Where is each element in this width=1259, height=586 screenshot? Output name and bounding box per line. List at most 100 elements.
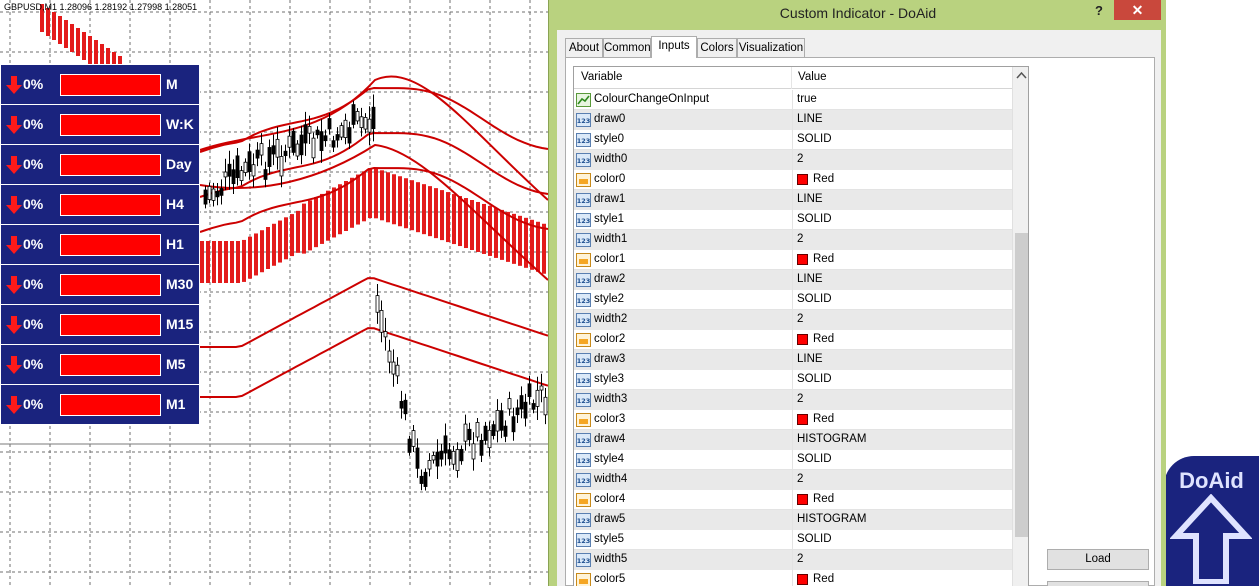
value-cell[interactable]: 2 — [792, 150, 1012, 170]
input-row[interactable]: 123 width4 2 — [574, 470, 1012, 490]
scroll-up-arrow-icon[interactable] — [1013, 67, 1029, 84]
tab-common[interactable]: Common — [603, 38, 651, 58]
input-row[interactable]: 123 style1 SOLID — [574, 210, 1012, 230]
variable-cell[interactable]: 123 width4 — [574, 470, 792, 490]
input-row[interactable]: 123 style0 SOLID — [574, 130, 1012, 150]
value-cell[interactable]: 2 — [792, 390, 1012, 410]
variable-cell[interactable]: 123 style1 — [574, 210, 792, 230]
input-row[interactable]: 123 draw2 LINE — [574, 270, 1012, 290]
input-row[interactable]: 123 style5 SOLID — [574, 530, 1012, 550]
value-cell[interactable]: LINE — [792, 350, 1012, 370]
timeframe-row: 0% M30 — [0, 264, 200, 304]
value-cell[interactable]: Red — [792, 570, 1012, 586]
input-row[interactable]: color5 Red — [574, 570, 1012, 586]
input-row[interactable]: 123 style3 SOLID — [574, 370, 1012, 390]
variable-cell[interactable]: 123 draw4 — [574, 430, 792, 450]
variable-cell[interactable]: 123 draw5 — [574, 510, 792, 530]
column-header-value[interactable]: Value — [798, 71, 827, 83]
input-row[interactable]: color3 Red — [574, 410, 1012, 430]
tab-about[interactable]: About — [565, 38, 603, 58]
input-row[interactable]: 123 draw1 LINE — [574, 190, 1012, 210]
input-row[interactable]: 123 draw0 LINE — [574, 110, 1012, 130]
close-button[interactable]: ✕ — [1114, 0, 1161, 20]
variable-cell[interactable]: 123 width2 — [574, 310, 792, 330]
input-row[interactable]: color2 Red — [574, 330, 1012, 350]
variable-cell[interactable]: 123 style0 — [574, 130, 792, 150]
variable-cell[interactable]: ColourChangeOnInput — [574, 90, 792, 110]
input-row[interactable]: 123 width3 2 — [574, 390, 1012, 410]
variable-cell[interactable]: 123 width5 — [574, 550, 792, 570]
variable-cell[interactable]: 123 style4 — [574, 450, 792, 470]
histogram-bar — [530, 219, 534, 270]
value-cell[interactable]: LINE — [792, 190, 1012, 210]
variable-cell[interactable]: 123 width1 — [574, 230, 792, 250]
variable-value: Red — [813, 173, 835, 185]
value-cell[interactable]: HISTOGRAM — [792, 430, 1012, 450]
input-row[interactable]: 123 width0 2 — [574, 150, 1012, 170]
candle-body — [519, 395, 524, 410]
variable-cell[interactable]: 123 draw1 — [574, 190, 792, 210]
variable-cell[interactable]: 123 draw0 — [574, 110, 792, 130]
value-cell[interactable]: true — [792, 90, 1012, 110]
variable-name: color3 — [594, 413, 626, 425]
help-button[interactable]: ? — [1095, 3, 1109, 19]
inputs-grid: Variable Value ColourChangeOnInput true 12… — [573, 66, 1029, 586]
color-icon — [576, 493, 591, 507]
input-row[interactable]: 123 style2 SOLID — [574, 290, 1012, 310]
input-row[interactable]: 123 width5 2 — [574, 550, 1012, 570]
value-cell[interactable]: HISTOGRAM — [792, 510, 1012, 530]
variable-name: color1 — [594, 253, 626, 265]
value-cell[interactable]: SOLID — [792, 290, 1012, 310]
value-cell[interactable]: SOLID — [792, 130, 1012, 150]
input-row[interactable]: color0 Red — [574, 170, 1012, 190]
variable-cell[interactable]: 123 style5 — [574, 530, 792, 550]
value-cell[interactable]: LINE — [792, 270, 1012, 290]
grid-scrollbar[interactable] — [1012, 67, 1029, 586]
variable-cell[interactable]: color4 — [574, 490, 792, 510]
column-header-variable[interactable]: Variable — [581, 71, 622, 83]
tab-visualization[interactable]: Visualization — [737, 38, 805, 58]
variable-cell[interactable]: color2 — [574, 330, 792, 350]
variable-cell[interactable]: color1 — [574, 250, 792, 270]
input-row[interactable]: 123 draw3 LINE — [574, 350, 1012, 370]
scrollbar-thumb[interactable] — [1015, 233, 1028, 537]
load-button[interactable]: Load — [1047, 549, 1149, 570]
value-cell[interactable]: Red — [792, 410, 1012, 430]
input-row[interactable]: 123 draw4 HISTOGRAM — [574, 430, 1012, 450]
variable-cell[interactable]: 123 width3 — [574, 390, 792, 410]
variable-cell[interactable]: 123 draw2 — [574, 270, 792, 290]
variable-cell[interactable]: color5 — [574, 570, 792, 586]
value-cell[interactable]: 2 — [792, 470, 1012, 490]
variable-cell[interactable]: 123 style3 — [574, 370, 792, 390]
value-cell[interactable]: LINE — [792, 110, 1012, 130]
input-row[interactable]: 123 width1 2 — [574, 230, 1012, 250]
value-cell[interactable]: SOLID — [792, 370, 1012, 390]
value-cell[interactable]: Red — [792, 490, 1012, 510]
save-button[interactable] — [1047, 581, 1149, 586]
variable-cell[interactable]: 123 width0 — [574, 150, 792, 170]
value-cell[interactable]: SOLID — [792, 530, 1012, 550]
value-cell[interactable]: 2 — [792, 310, 1012, 330]
value-cell[interactable]: 2 — [792, 550, 1012, 570]
input-row[interactable]: color4 Red — [574, 490, 1012, 510]
variable-cell[interactable]: 123 style2 — [574, 290, 792, 310]
value-cell[interactable]: Red — [792, 330, 1012, 350]
input-row[interactable]: color1 Red — [574, 250, 1012, 270]
input-row[interactable]: 123 style4 SOLID — [574, 450, 1012, 470]
input-row[interactable]: 123 width2 2 — [574, 310, 1012, 330]
value-cell[interactable]: SOLID — [792, 450, 1012, 470]
value-cell[interactable]: 2 — [792, 230, 1012, 250]
color-swatch — [797, 334, 808, 345]
value-cell[interactable]: Red — [792, 250, 1012, 270]
variable-name: width0 — [594, 153, 628, 165]
dialog-titlebar[interactable]: Custom Indicator - DoAid ? ✕ — [549, 0, 1167, 28]
value-cell[interactable]: Red — [792, 170, 1012, 190]
variable-cell[interactable]: color0 — [574, 170, 792, 190]
input-row[interactable]: 123 draw5 HISTOGRAM — [574, 510, 1012, 530]
tab-inputs[interactable]: Inputs — [651, 36, 697, 58]
variable-cell[interactable]: 123 draw3 — [574, 350, 792, 370]
variable-cell[interactable]: color3 — [574, 410, 792, 430]
tab-colors[interactable]: Colors — [697, 38, 737, 58]
value-cell[interactable]: SOLID — [792, 210, 1012, 230]
input-row[interactable]: ColourChangeOnInput true — [574, 90, 1012, 110]
